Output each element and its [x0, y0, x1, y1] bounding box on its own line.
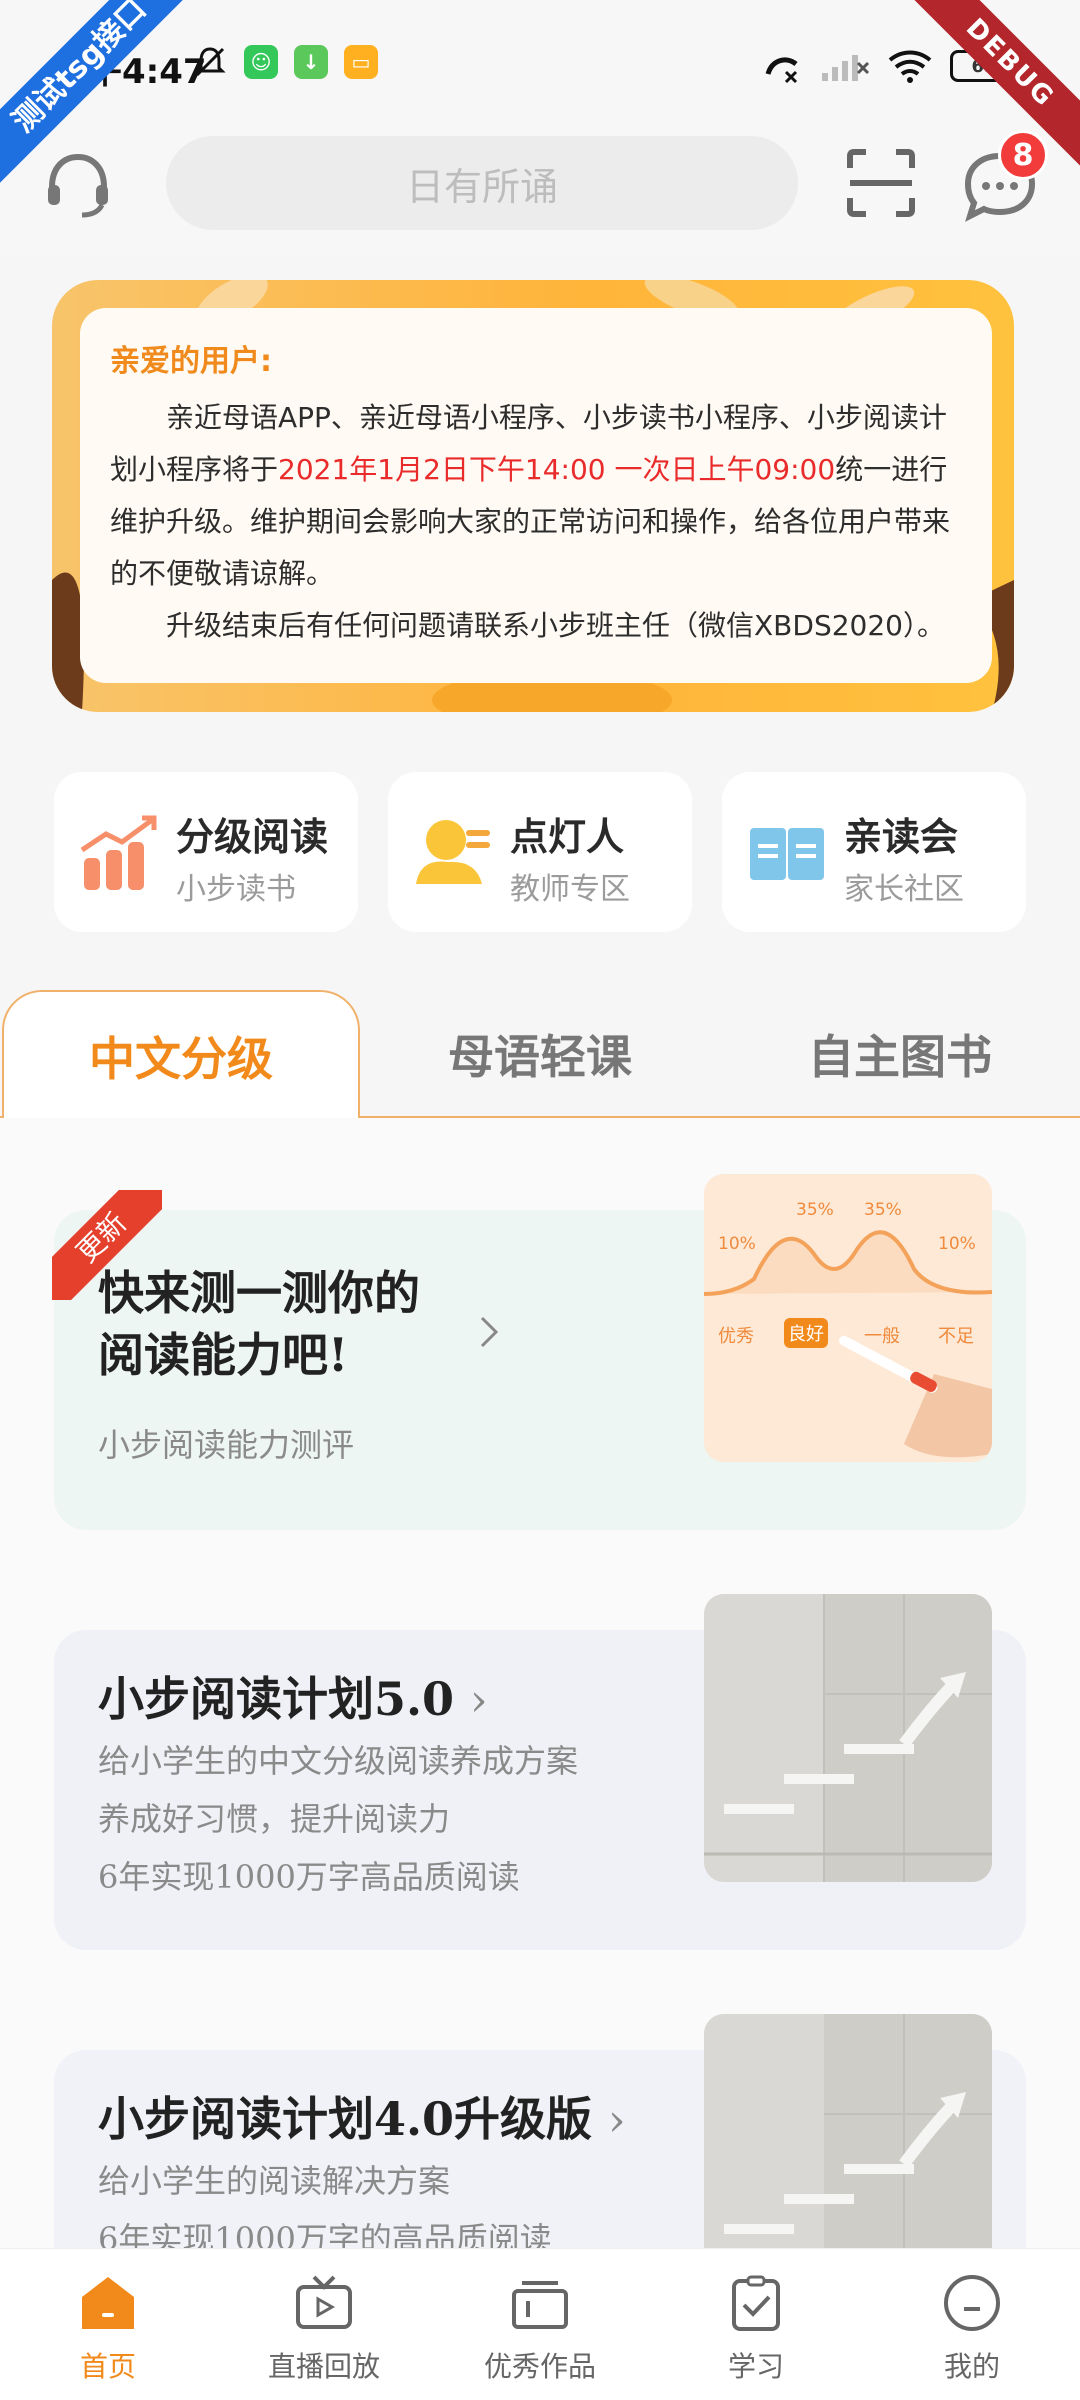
- notice-paragraph-1: 亲近母语APP、亲近母语小程序、小步读书小程序、小步阅读计划小程序将于2021年…: [110, 392, 962, 600]
- tv-play-icon: [296, 2275, 352, 2329]
- chevron-right-icon: ›: [608, 2095, 626, 2146]
- card-title-line: 阅读能力吧!: [98, 1324, 420, 1386]
- portfolio-icon: [512, 2281, 568, 2329]
- search-input[interactable]: 日有所诵: [166, 136, 798, 230]
- card-title-text: 小步阅读计划5.0: [98, 1672, 455, 1726]
- level-label-active: 良好: [784, 1318, 828, 1348]
- card-title-text: 阅读能力吧!: [98, 1328, 349, 1382]
- nav-label: 学习: [727, 2350, 784, 2383]
- card-line: 6年实现1000万字的高品质阅读: [98, 2220, 552, 2248]
- scan-icon[interactable]: [846, 148, 916, 218]
- chart-label: 35%: [864, 1200, 902, 1220]
- quick-entry-title: 亲读会: [844, 815, 959, 859]
- bell-curve-illustration: [704, 1174, 992, 1462]
- tab-self-books[interactable]: 自主图书: [760, 990, 1040, 1118]
- tab-chinese-graded[interactable]: 中文分级: [2, 990, 360, 1120]
- nav-study[interactable]: 学习: [648, 2249, 864, 2400]
- quick-entry-title: 点灯人: [510, 815, 625, 859]
- maintenance-notice-banner[interactable]: 亲爱的用户: 亲近母语APP、亲近母语小程序、小步读书小程序、小步阅读计划小程序…: [52, 280, 1014, 712]
- card-line: 给小学生的阅读解决方案: [98, 2162, 451, 2200]
- nav-excellent-works[interactable]: 优秀作品: [432, 2249, 648, 2400]
- bar-chart-icon: [80, 815, 157, 890]
- top-header: 日有所诵 8: [0, 130, 1080, 255]
- update-tag: 更新: [52, 1190, 162, 1300]
- status-icons-left: ☺ ↓ ▭: [192, 44, 378, 80]
- card-title: 小步阅读计划4.0升级版 ›: [98, 2088, 626, 2152]
- profile-face-icon: [944, 2275, 1000, 2331]
- stairs-arrow-image: [704, 2014, 992, 2248]
- nav-label: 首页: [79, 2350, 136, 2383]
- bell-muted-icon: [194, 47, 226, 77]
- quick-entry-subtitle: 教师专区: [510, 872, 630, 907]
- signal-icon: [822, 55, 870, 81]
- course-list: 快来测一测你的 阅读能力吧! 小步阅读能力测评 10% 35% 35% 10% …: [0, 1118, 1080, 2248]
- customer-service-icon[interactable]: [40, 147, 116, 223]
- reading-test-illustration: 10% 35% 35% 10% 优秀 良好 一般 不足: [704, 1174, 992, 1462]
- quick-entry-subtitle: 小步读书: [176, 872, 296, 907]
- open-book-icon: [750, 828, 824, 880]
- nav-mine[interactable]: 我的: [864, 2249, 1080, 2400]
- nav-label: 我的: [943, 2350, 1000, 2383]
- level-label: 不足: [938, 1326, 974, 1347]
- notice-paragraph-2: 升级结束后有任何问题请联系小步班主任（微信XBDS2020）。: [110, 600, 962, 652]
- stairs-illustration: [704, 2014, 992, 2248]
- quick-entry-lamp-lighter[interactable]: 点灯人 教师专区: [388, 772, 692, 932]
- message-count-badge: 8: [998, 130, 1048, 180]
- category-tabs: 中文分级 母语轻课 自主图书: [0, 990, 1080, 1120]
- level-label: 优秀: [718, 1326, 754, 1347]
- clipboard-check-icon: [732, 2275, 780, 2331]
- card-title: 小步阅读计划5.0 ›: [98, 1668, 488, 1732]
- stairs-arrow-image: [704, 1594, 992, 1882]
- nav-label: 优秀作品: [483, 2350, 596, 2383]
- card-subtitle: 小步阅读能力测评: [98, 1426, 355, 1464]
- quick-entry-parent-reading[interactable]: 亲读会 家长社区: [722, 772, 1026, 932]
- level-label: 一般: [864, 1326, 900, 1347]
- quick-entry-graded-reading[interactable]: 分级阅读 小步读书: [54, 772, 358, 932]
- chart-label: 35%: [796, 1200, 834, 1220]
- quick-entry-title: 分级阅读: [176, 815, 329, 859]
- tab-mother-tongue-course[interactable]: 母语轻课: [400, 990, 680, 1118]
- chevron-right-icon: [480, 1316, 499, 1348]
- notice-text: 升级结束后有任何问题请联系小步班主任（微信XBDS2020）。: [166, 609, 945, 642]
- stairs-illustration: [704, 1594, 992, 1882]
- nav-live-replay[interactable]: 直播回放: [216, 2249, 432, 2400]
- quick-entry-subtitle: 家长社区: [844, 872, 964, 907]
- app-notification-icon: ☺: [244, 45, 278, 79]
- notice-title: 亲爱的用户:: [110, 344, 272, 379]
- chevron-right-icon: ›: [470, 1675, 488, 1726]
- nav-home[interactable]: 首页: [0, 2249, 216, 2400]
- teacher-icon: [416, 820, 490, 884]
- home-icon: [82, 2277, 134, 2329]
- card-line: 养成好习惯，提升阅读力: [98, 1800, 451, 1838]
- card-line: 6年实现1000万字高品质阅读: [98, 1858, 520, 1896]
- chart-label: 10%: [938, 1234, 976, 1254]
- nav-label: 直播回放: [267, 2350, 380, 2383]
- card-title-text: 小步阅读计划4.0升级版: [98, 2092, 593, 2146]
- notice-time-highlight: 2021年1月2日下午14:00 一次日上午09:00: [278, 453, 836, 486]
- folder-notification-icon: ▭: [344, 45, 378, 79]
- download-notification-icon: ↓: [294, 45, 328, 79]
- update-tag-label: 更新: [52, 1190, 162, 1300]
- wifi-icon: [888, 50, 932, 83]
- chart-label: 10%: [718, 1234, 756, 1254]
- notice-content: 亲爱的用户: 亲近母语APP、亲近母语小程序、小步读书小程序、小步阅读计划小程序…: [80, 308, 992, 683]
- card-line: 给小学生的中文分级阅读养成方案: [98, 1742, 579, 1780]
- bottom-navigation: 首页 直播回放 优秀作品 学习 我的: [0, 2248, 1080, 2400]
- call-icon: [765, 57, 798, 84]
